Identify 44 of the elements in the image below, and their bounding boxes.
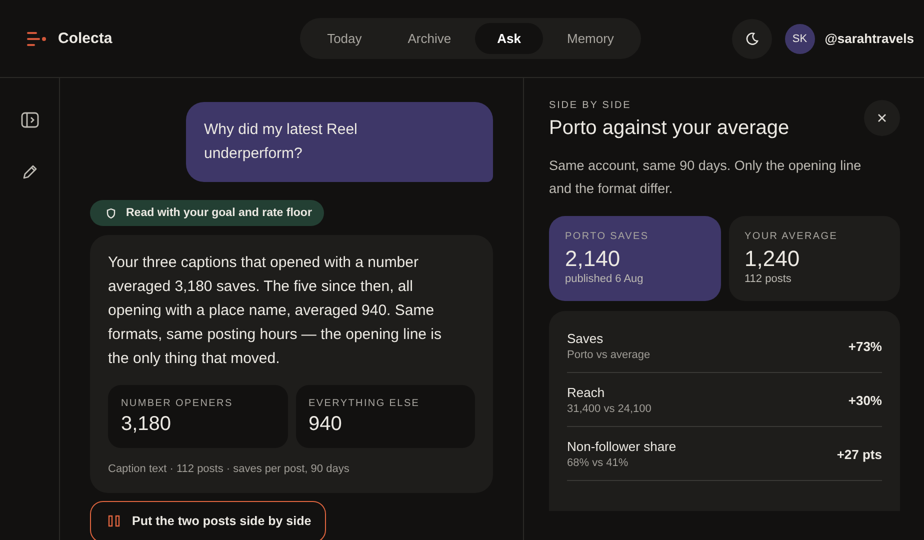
question-bubble: Why did my latest Reel underperform? bbox=[186, 102, 493, 182]
sidebar-toggle-button[interactable] bbox=[20, 110, 40, 130]
answer-text: Your three captions that opened with a number averaged 3,180 saves. The five since then, all opening with a place name, averaged 940. Same formats, same posting hours — the opening line is the only thing that moved. bbox=[108, 253, 443, 369]
metric-delta: +27 pts bbox=[836, 446, 882, 462]
nav-tab[interactable]: Memory bbox=[544, 23, 636, 54]
metric-detail: 31,400 vs 24,100 bbox=[567, 403, 652, 415]
side-by-side-button[interactable]: Put the two posts side by side bbox=[90, 501, 326, 540]
avatar[interactable]: SK bbox=[784, 24, 815, 54]
metric-name: Reach bbox=[567, 385, 606, 400]
metric-detail: 68% vs 41% bbox=[567, 457, 630, 469]
nav-tab[interactable]: Archive bbox=[386, 23, 474, 54]
source-note: Caption text · 112 posts · saves per post, 90 days bbox=[108, 463, 350, 475]
metric-name: Non-follower share bbox=[567, 439, 676, 454]
sidebar-icon bbox=[20, 112, 38, 128]
card-value: 1,240 bbox=[744, 246, 801, 272]
metric-name: Saves bbox=[567, 331, 604, 346]
card-value: 2,140 bbox=[565, 246, 622, 272]
chip-label: Read with your goal and rate floor bbox=[126, 207, 312, 219]
pencil-icon bbox=[22, 164, 38, 180]
card-note: published 6 Aug bbox=[565, 273, 644, 285]
moon-icon bbox=[744, 32, 759, 46]
metric-delta: +73% bbox=[848, 338, 882, 354]
panel-description: Same account, same 90 days. Only the opening line and the format differ. bbox=[549, 157, 862, 198]
card-label: YOUR AVERAGE bbox=[744, 231, 839, 242]
brand-name: Colecta bbox=[58, 30, 112, 47]
close-icon bbox=[877, 113, 887, 123]
columns-icon bbox=[108, 515, 120, 527]
close-button[interactable] bbox=[864, 100, 900, 136]
user-handle: @sarahtravels bbox=[824, 31, 914, 46]
card-note: 112 posts bbox=[744, 273, 792, 285]
panel-title: Porto against your average bbox=[549, 117, 790, 140]
theme-toggle-button[interactable] bbox=[732, 18, 772, 58]
card-label: PORTO SAVES bbox=[565, 231, 650, 242]
logo-icon bbox=[27, 32, 47, 46]
panel-eyebrow: SIDE BY SIDE bbox=[549, 100, 632, 111]
nav-tab[interactable]: Today bbox=[305, 23, 384, 54]
nav-tab[interactable]: Ask bbox=[475, 23, 543, 54]
stat-label: EVERYTHING ELSE bbox=[308, 398, 421, 409]
metric-detail: Porto vs average bbox=[567, 349, 650, 361]
stat-value: 940 bbox=[308, 413, 343, 436]
shield-icon bbox=[106, 208, 116, 218]
stat-label: NUMBER OPENERS bbox=[121, 398, 234, 409]
metric-delta: +30% bbox=[848, 392, 882, 408]
stat-value: 3,180 bbox=[121, 413, 172, 436]
